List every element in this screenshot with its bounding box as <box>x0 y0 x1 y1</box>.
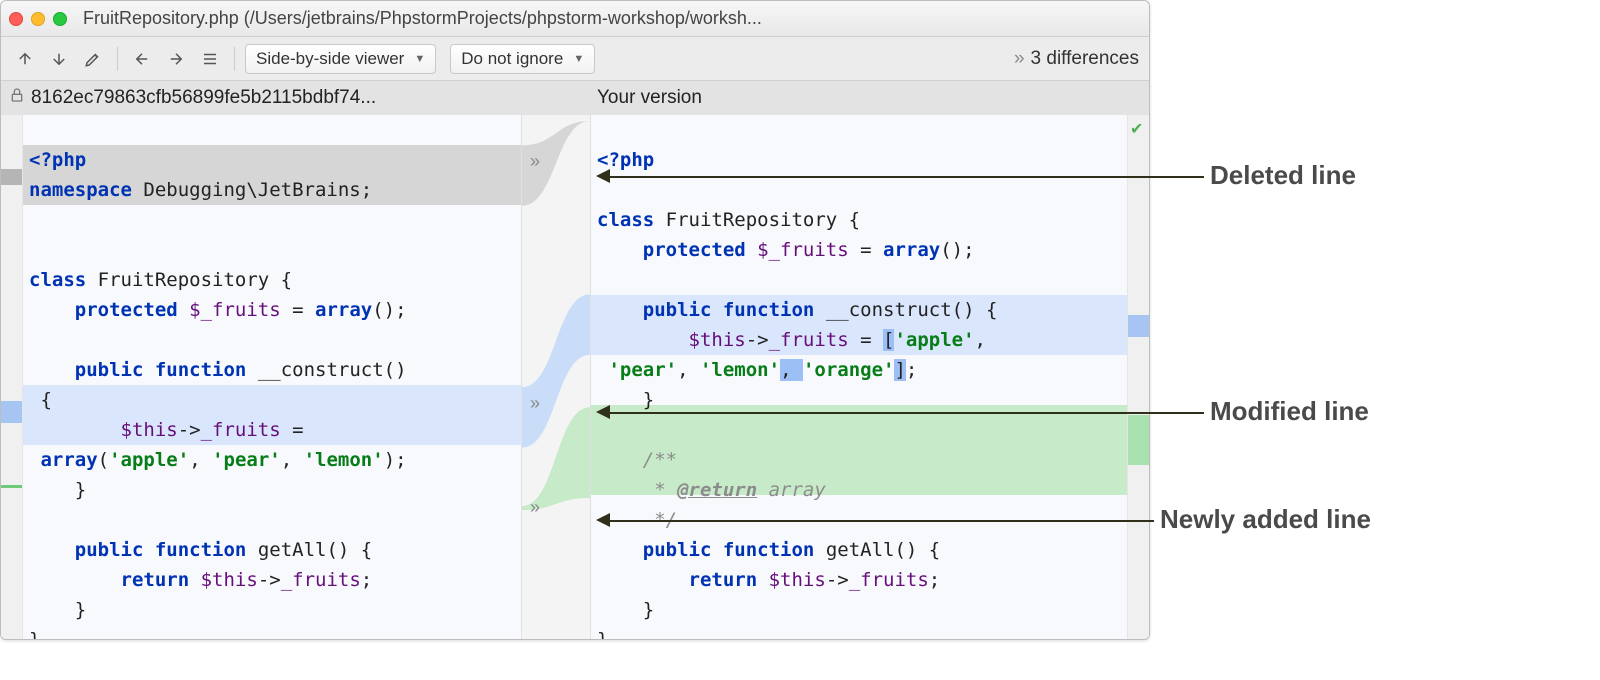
arrow-line <box>608 520 1154 522</box>
whitespace-label: Do not ignore <box>461 49 563 69</box>
titlebar: FruitRepository.php (/Users/jetbrains/Ph… <box>1 1 1149 37</box>
added-marker[interactable] <box>1 485 22 488</box>
window-title: FruitRepository.php (/Users/jetbrains/Ph… <box>83 8 1141 29</box>
apply-right-icon[interactable]: » <box>530 151 540 172</box>
lock-icon <box>9 87 25 109</box>
diff-count: » 3 differences <box>1014 48 1139 70</box>
apply-right-icon[interactable]: » <box>530 497 540 518</box>
zoom-icon[interactable] <box>53 12 67 26</box>
chevron-right-icon: » <box>1014 48 1025 70</box>
nav-forward-button[interactable] <box>162 45 190 73</box>
edit-button[interactable] <box>79 45 107 73</box>
next-change-button[interactable] <box>45 45 73 73</box>
added-marker[interactable] <box>1128 415 1149 465</box>
list-button[interactable] <box>196 45 224 73</box>
chevron-down-icon: ▼ <box>414 53 425 65</box>
left-error-stripe[interactable] <box>1 115 23 639</box>
diff-toolbar: Side-by-side viewer ▼ Do not ignore ▼ » … <box>1 37 1149 81</box>
diff-body: ✔ <?php namespace Debugging\JetBrains; c… <box>1 115 1149 639</box>
diff-gutter: » » » <box>521 115 591 639</box>
arrow-head-icon <box>596 169 610 183</box>
apply-right-icon[interactable]: » <box>530 393 540 414</box>
annotation-added: Newly added line <box>1160 504 1371 535</box>
right-code: <?php class FruitRepository { protected … <box>597 115 1123 639</box>
arrow-line <box>608 176 1204 178</box>
arrow-head-icon <box>596 405 610 419</box>
minimize-icon[interactable] <box>31 12 45 26</box>
annotation-deleted: Deleted line <box>1210 160 1356 191</box>
arrow-head-icon <box>596 513 610 527</box>
separator <box>234 47 235 71</box>
nav-back-button[interactable] <box>128 45 156 73</box>
viewer-mode-label: Side-by-side viewer <box>256 49 404 69</box>
right-version-label: Your version <box>597 87 702 108</box>
arrow-line <box>608 412 1204 414</box>
annotation-modified: Modified line <box>1210 396 1369 427</box>
modified-marker[interactable] <box>1128 315 1149 337</box>
left-version-label: 8162ec79863cfb56899fe5b2115bdbf74... <box>31 87 376 109</box>
whitespace-select[interactable]: Do not ignore ▼ <box>450 44 595 74</box>
diff-count-label: 3 differences <box>1031 48 1139 70</box>
close-icon[interactable] <box>9 12 23 26</box>
prev-change-button[interactable] <box>11 45 39 73</box>
window-controls <box>9 12 67 26</box>
right-code-pane[interactable]: <?php class FruitRepository { protected … <box>591 115 1127 639</box>
separator <box>117 47 118 71</box>
right-error-stripe[interactable]: ✔ <box>1127 115 1149 639</box>
chevron-down-icon: ▼ <box>573 53 584 65</box>
deleted-marker[interactable] <box>1 169 22 185</box>
viewer-mode-select[interactable]: Side-by-side viewer ▼ <box>245 44 436 74</box>
version-headers: 8162ec79863cfb56899fe5b2115bdbf74... You… <box>1 81 1149 115</box>
left-code-pane[interactable]: ✔ <?php namespace Debugging\JetBrains; c… <box>23 115 521 639</box>
diff-window: FruitRepository.php (/Users/jetbrains/Ph… <box>0 0 1150 640</box>
modified-marker[interactable] <box>1 401 22 423</box>
left-code: <?php namespace Debugging\JetBrains; cla… <box>29 115 517 639</box>
check-icon: ✔ <box>1130 119 1143 139</box>
